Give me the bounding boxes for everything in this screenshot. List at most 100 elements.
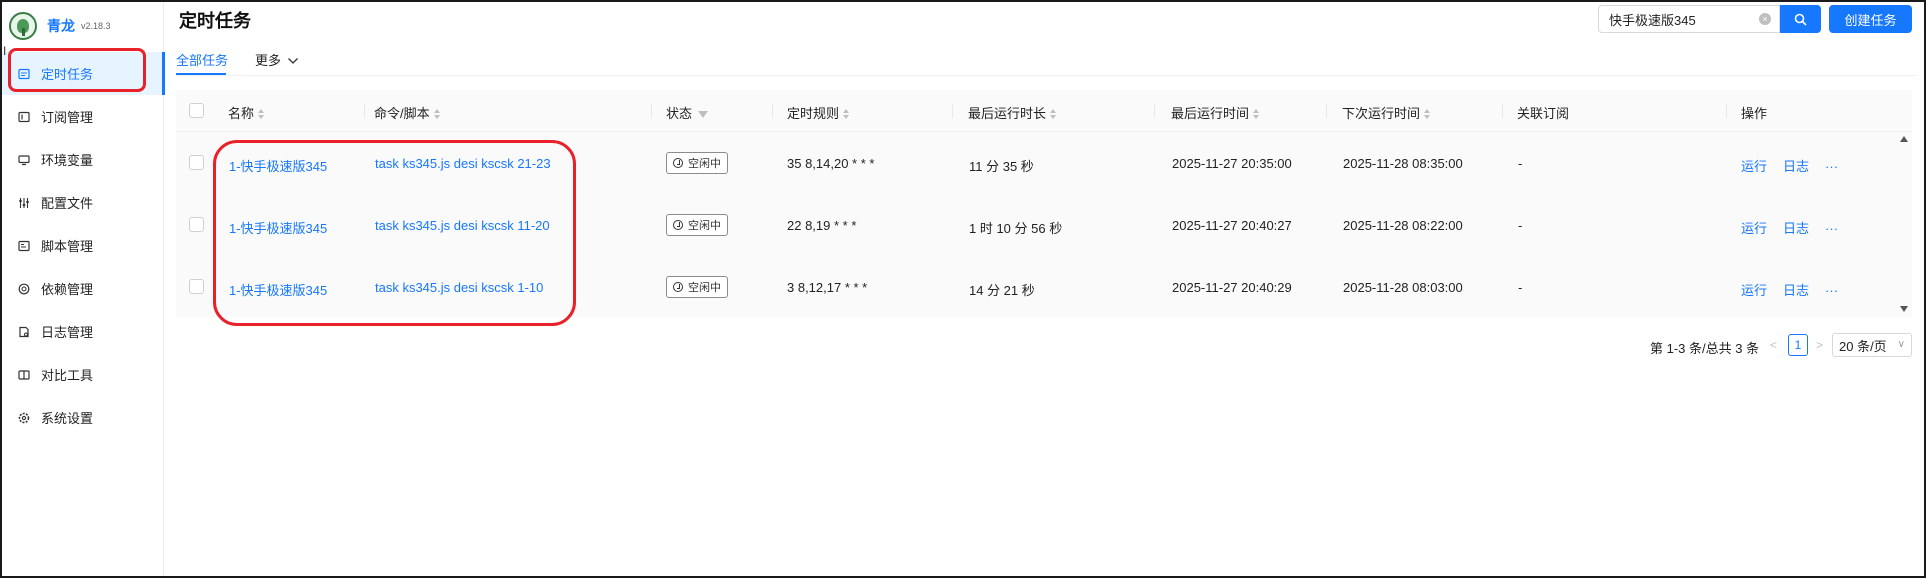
chevron-down-icon: ∨: [1897, 339, 1905, 350]
log-file-icon: [17, 325, 30, 338]
sidebar-item-label: 配置文件: [41, 196, 94, 211]
row-actions: 运行 日志 ···: [1741, 280, 1854, 299]
app-version: v2.18.3: [81, 21, 111, 31]
column-label: 定时规则: [787, 106, 840, 121]
sort-icon: [843, 109, 850, 119]
page-1-button[interactable]: 1: [1788, 334, 1808, 356]
column-divider: [364, 104, 365, 118]
column-header-last-run[interactable]: 最后运行时间: [1171, 103, 1260, 122]
table-row[interactable]: 1-快手极速版345 task ks345.js desi kscsk 1-10…: [176, 256, 1912, 318]
last-run-cell: 2025-11-27 20:40:29: [1172, 280, 1292, 295]
sidebar-item-dependencies[interactable]: 依赖管理: [2, 267, 164, 310]
page-title: 定时任务: [179, 11, 251, 31]
schedule-cell: 3 8,12,17 * * *: [787, 280, 868, 295]
page-size-select[interactable]: 20 条/页 ∨: [1832, 333, 1912, 357]
column-header-schedule[interactable]: 定时规则: [787, 103, 850, 122]
search-button[interactable]: [1780, 5, 1821, 33]
table-row[interactable]: 1-快手极速版345 task ks345.js desi kscsk 11-2…: [176, 194, 1912, 256]
sidebar-item-label: 订阅管理: [41, 110, 94, 125]
subscription-cell: -: [1518, 156, 1523, 171]
scroll-down-arrow-icon[interactable]: [1900, 306, 1908, 312]
column-header-name[interactable]: 名称: [228, 103, 265, 122]
code-file-icon: [17, 239, 30, 252]
sidebar-item-scripts[interactable]: 脚本管理: [2, 224, 164, 267]
sort-icon: [433, 109, 440, 119]
sidebar-item-env[interactable]: 环境变量: [2, 138, 164, 181]
tab-all-tasks[interactable]: 全部任务: [176, 50, 228, 69]
row-checkbox[interactable]: [189, 155, 204, 170]
active-tab-indicator: [176, 73, 226, 75]
tasks-table: 名称 命令/脚本 状态 定时规则 最后运行时长 最后运行时间 下次运行时间 关联…: [176, 90, 1912, 317]
table-row[interactable]: 1-快手极速版345 task ks345.js desi kscsk 21-2…: [176, 132, 1912, 194]
package-icon: [17, 282, 30, 295]
task-command-link[interactable]: task ks345.js desi kscsk 11-20: [375, 218, 550, 233]
sidebar-item-subscriptions[interactable]: 订阅管理: [2, 95, 164, 138]
prev-page-icon[interactable]: <: [1770, 338, 1777, 352]
run-link[interactable]: 运行: [1741, 159, 1767, 174]
sidebar-item-logs[interactable]: 日志管理: [2, 310, 164, 353]
last-duration-cell: 14 分 21 秒: [969, 283, 1035, 298]
page-size-value: 20 条/页: [1839, 338, 1887, 354]
task-name-link[interactable]: 1-快手极速版345: [229, 280, 327, 299]
run-link[interactable]: 运行: [1741, 221, 1767, 236]
row-actions: 运行 日志 ···: [1741, 156, 1854, 175]
run-link[interactable]: 运行: [1741, 283, 1767, 298]
column-divider: [1502, 104, 1503, 118]
sidebar-nav: 定时任务 订阅管理 环境变量 配置文件 脚本管理 依赖管理 日志管理 对比工具: [2, 52, 165, 439]
column-divider: [952, 104, 953, 118]
column-divider: [772, 104, 773, 118]
column-divider: [651, 104, 652, 118]
row-checkbox[interactable]: [189, 279, 204, 294]
sidebar-item-label: 定时任务: [41, 67, 94, 82]
diff-icon: [17, 368, 30, 381]
column-header-status[interactable]: 状态: [666, 103, 709, 122]
column-label: 状态: [666, 106, 693, 121]
clock-icon: [673, 282, 683, 292]
more-actions-icon[interactable]: ···: [1825, 221, 1838, 236]
app-logo[interactable]: 青龙 v2.18.3: [9, 10, 111, 42]
more-actions-icon[interactable]: ···: [1825, 159, 1838, 174]
filter-icon[interactable]: [698, 111, 709, 118]
log-link[interactable]: 日志: [1783, 221, 1809, 236]
status-label: 空闲中: [688, 220, 721, 232]
column-header-command[interactable]: 命令/脚本: [374, 103, 440, 122]
sidebar: 青龙 v2.18.3 定时任务 订阅管理 环境变量 配置文件 脚本管理 依赖管理: [2, 2, 165, 576]
sidebar-item-diff[interactable]: 对比工具: [2, 353, 164, 396]
column-header-next-run[interactable]: 下次运行时间: [1342, 103, 1431, 122]
last-duration-cell: 11 分 35 秒: [969, 159, 1034, 174]
task-command-link[interactable]: task ks345.js desi kscsk 21-23: [375, 156, 551, 171]
column-label: 最后运行时长: [968, 106, 1047, 121]
last-duration-cell: 1 时 10 分 56 秒: [969, 221, 1063, 236]
column-header-actions: 操作: [1741, 106, 1768, 121]
subscription-cell: -: [1518, 218, 1523, 233]
column-divider: [1154, 104, 1155, 118]
sort-icon: [1253, 109, 1260, 119]
task-command-link[interactable]: task ks345.js desi kscsk 1-10: [375, 280, 543, 295]
sidebar-item-label: 脚本管理: [41, 239, 94, 254]
monitor-icon: [17, 153, 30, 166]
sidebar-item-cron[interactable]: 定时任务: [2, 52, 165, 95]
row-checkbox[interactable]: [189, 217, 204, 232]
subscription-cell: -: [1518, 280, 1523, 295]
more-actions-icon[interactable]: ···: [1825, 283, 1838, 298]
create-task-button[interactable]: 创建任务: [1829, 5, 1912, 33]
clear-icon[interactable]: ×: [1759, 13, 1771, 25]
sidebar-item-config[interactable]: 配置文件: [2, 181, 164, 224]
log-link[interactable]: 日志: [1783, 159, 1809, 174]
log-link[interactable]: 日志: [1783, 283, 1809, 298]
select-all-checkbox[interactable]: [189, 103, 204, 118]
next-page-icon[interactable]: >: [1816, 338, 1823, 352]
next-run-cell: 2025-11-28 08:03:00: [1343, 280, 1463, 295]
task-name-link[interactable]: 1-快手极速版345: [229, 218, 327, 237]
column-label: 命令/脚本: [374, 106, 430, 121]
text-cursor-icon: I: [3, 44, 7, 58]
column-divider: [1726, 104, 1727, 118]
search-input[interactable]: [1609, 11, 1749, 27]
column-header-last-duration[interactable]: 最后运行时长: [968, 103, 1057, 122]
pagination-summary: 第 1-3 条/总共 3 条: [1650, 341, 1760, 356]
task-name-link[interactable]: 1-快手极速版345: [229, 156, 327, 175]
sidebar-item-settings[interactable]: 系统设置: [2, 396, 164, 439]
schedule-cell: 35 8,14,20 * * *: [787, 156, 875, 171]
row-actions: 运行 日志 ···: [1741, 218, 1854, 237]
tab-more[interactable]: 更多: [255, 50, 299, 69]
